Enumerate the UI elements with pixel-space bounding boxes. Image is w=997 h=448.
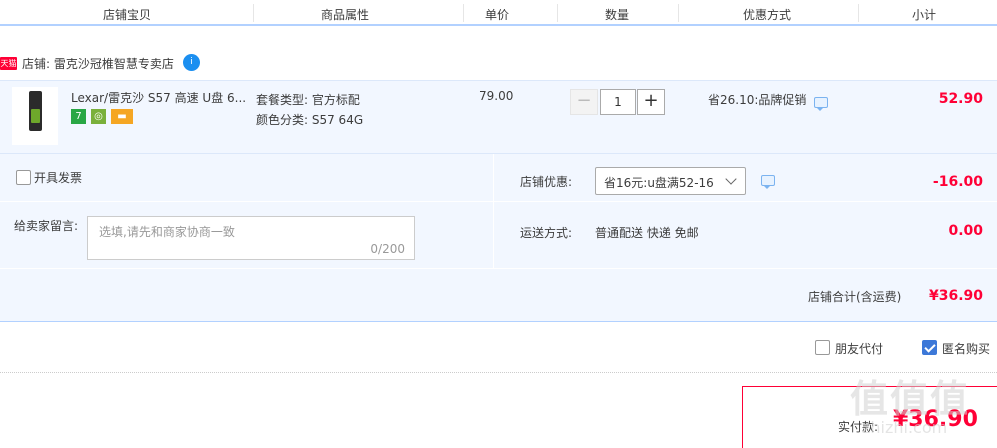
shipping-label: 运送方式: [520, 226, 573, 240]
header-divider [463, 4, 464, 22]
seller-message-textarea[interactable]: 选填,请先和商家协商一致 0/200 [87, 216, 415, 260]
chevron-down-icon [725, 173, 737, 185]
order-options-panel: 开具发票 店铺优惠: 省16元:u盘满52-16 -16.00 给卖家留言: 选… [0, 154, 997, 322]
quantity-decrease-button[interactable]: − [570, 89, 598, 115]
panel-divider [0, 201, 997, 202]
quantity-increase-button[interactable]: + [637, 89, 665, 115]
color-category: 颜色分类: S57 64G [256, 113, 364, 127]
wangwang-chat-icon[interactable]: i [183, 54, 200, 71]
friend-pay-checkbox[interactable] [815, 340, 830, 355]
seven-day-return-icon[interactable]: 7 [71, 109, 86, 124]
panel-divider [493, 154, 494, 268]
shop-discount-label: 店铺优惠: [520, 175, 573, 189]
header-divider [253, 4, 254, 22]
shop-row: 天猫 店铺: 雷克沙冠椎智慧专卖店 i [0, 53, 400, 73]
shipping-amount: 0.00 [948, 223, 983, 239]
item-subtotal: 52.90 [938, 91, 983, 107]
quantity-input[interactable]: 1 [600, 89, 636, 115]
discount-info-icon[interactable] [761, 175, 775, 189]
shop-discount-select[interactable]: 省16元:u盘满52-16 [595, 167, 746, 195]
product-title-link[interactable]: Lexar/雷克沙 S57 高速 U盘 6... [71, 89, 251, 106]
header-divider [858, 4, 859, 22]
invoice-checkbox[interactable] [16, 170, 31, 185]
section-divider [0, 372, 997, 373]
anonymous-label[interactable]: 匿名购买 [942, 340, 990, 357]
col-quantity: 数量 [605, 8, 630, 22]
col-shop-item: 店铺宝贝 [103, 8, 152, 22]
product-thumbnail[interactable] [12, 87, 58, 145]
credit-card-icon[interactable]: ▬ [111, 109, 133, 124]
message-placeholder: 选填,请先和商家协商一致 [99, 225, 235, 239]
message-label: 给卖家留言: [14, 219, 79, 233]
tmall-badge: 天猫 [0, 57, 17, 70]
col-attributes: 商品属性 [321, 8, 370, 22]
cart-item: Lexar/雷克沙 S57 高速 U盘 6... 7 ◎ ▬ 套餐类型: 官方标… [0, 80, 997, 154]
shop-total-label: 店铺合计(含运费) [808, 290, 902, 304]
header-divider [557, 4, 558, 22]
col-discount: 优惠方式 [743, 8, 792, 22]
header-divider [678, 4, 679, 22]
col-subtotal: 小计 [912, 8, 937, 22]
watermark-sub: zhizhi.com [862, 418, 948, 437]
watermark: 值值值 [850, 377, 971, 421]
panel-divider [0, 268, 997, 269]
cart-header: 店铺宝贝 商品属性 单价 数量 优惠方式 小计 [0, 0, 997, 26]
friend-pay-label[interactable]: 朋友代付 [835, 340, 883, 357]
promotion-text: 省26.10:品牌促销 [708, 93, 807, 107]
unit-price: 79.00 [479, 89, 514, 103]
shop-discount-amount: -16.00 [932, 174, 983, 190]
guarantee-icon[interactable]: ◎ [91, 109, 106, 124]
shop-discount-selected: 省16元:u盘满52-16 [604, 176, 714, 190]
invoice-label[interactable]: 开具发票 [34, 169, 82, 186]
promotion-info-icon[interactable] [814, 97, 828, 111]
col-unit-price: 单价 [485, 8, 510, 22]
package-type: 套餐类型: 官方标配 [256, 93, 360, 107]
shop-total-amount: ¥36.90 [928, 288, 983, 304]
shop-name-link[interactable]: 店铺: 雷克沙冠椎智慧专卖店 [22, 55, 174, 72]
message-char-count: 0/200 [370, 242, 405, 256]
anonymous-checkbox[interactable] [922, 340, 937, 355]
shipping-method: 普通配送 快递 免邮 [595, 226, 699, 240]
usb-drive-accent [31, 109, 40, 123]
